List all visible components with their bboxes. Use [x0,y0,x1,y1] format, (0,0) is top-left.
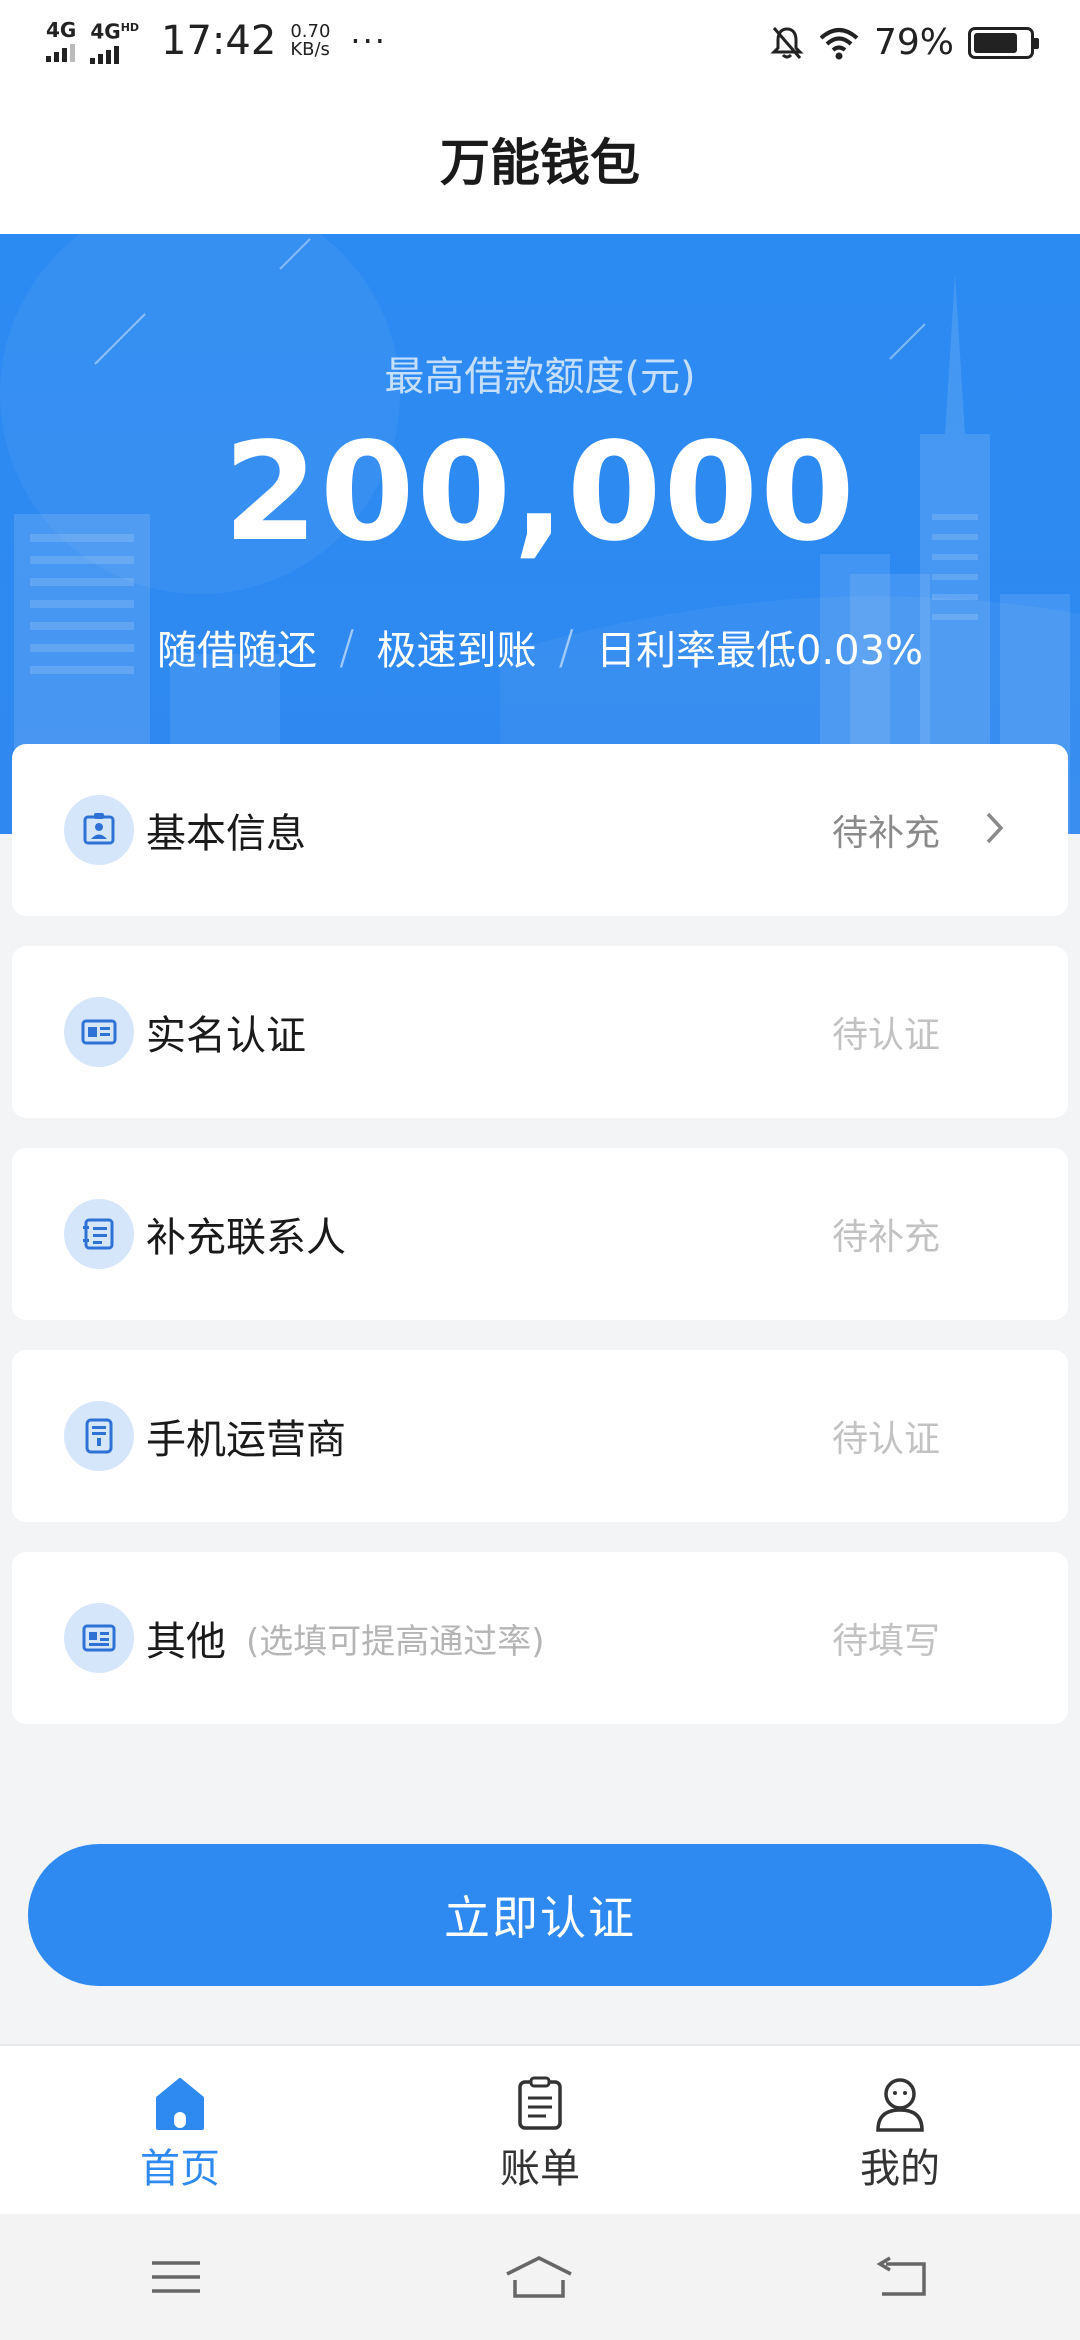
tab-home[interactable]: 首页 [0,2046,360,2214]
phone-carrier-icon [64,1401,134,1471]
home-nav-icon[interactable] [503,2254,575,2300]
feature-lowest-rate: 日利率最低0.03% [595,628,924,674]
tab-bill[interactable]: 账单 [360,2046,720,2214]
tab-label: 我的 [860,2146,940,2192]
item-note: (选填可提高通过率) [246,1621,545,1662]
verification-list: 基本信息 待补充 实名认证 待认证 补充联系人 待补充 手机运营商 待认证 其他… [12,744,1068,1754]
network-type-1: 4G [46,18,77,42]
page-title: 万能钱包 [440,134,640,192]
loan-limit-label: 最高借款额度(元) [384,354,696,400]
menu-icon[interactable] [150,2257,202,2297]
network-speed: 0.70 KB/s [290,23,330,59]
hd-badge: HD [120,21,140,35]
network-type-2: 4G [90,19,121,44]
item-name: 补充联系人 [146,1215,346,1261]
item-status: 待认证 [831,1419,940,1460]
item-name: 其他 [146,1619,226,1665]
bottom-tab-bar: 首页 账单 我的 [0,2044,1080,2214]
clock: 17:42 [161,18,277,64]
more-notifications-icon: ··· [350,22,387,60]
tab-label: 账单 [500,2146,580,2192]
item-name: 基本信息 [146,811,306,857]
tab-mine[interactable]: 我的 [720,2046,1080,2214]
wifi-icon [819,27,859,59]
item-status: 待补充 [831,1217,940,1258]
item-status: 待填写 [831,1621,940,1662]
tab-label: 首页 [140,2146,220,2192]
contacts-icon [64,1199,134,1269]
battery-percent: 79% [873,22,954,63]
signal-2-icon: 4GHD [90,18,139,64]
other-icon [64,1603,134,1673]
item-carrier[interactable]: 手机运营商 待认证 [12,1350,1068,1522]
home-icon [156,2078,204,2130]
signal-1-icon: 4G [46,20,76,62]
feature-flexible-repay: 随借随还 [156,628,317,674]
item-status: 待认证 [831,1015,940,1056]
battery-icon [968,26,1039,59]
speed-unit: KB/s [290,39,330,60]
feature-list: 随借随还 / 极速到账 / 日利率最低0.03% [0,618,1080,676]
item-name: 手机运营商 [146,1417,346,1463]
item-contacts[interactable]: 补充联系人 待补充 [12,1148,1068,1320]
separator: / [558,620,574,674]
chevron-right-icon [986,812,1004,844]
separator: / [338,620,355,674]
title-bar: 万能钱包 [0,84,1080,234]
item-real-name[interactable]: 实名认证 待认证 [12,946,1068,1118]
item-name: 实名认证 [146,1013,306,1059]
item-basic-info[interactable]: 基本信息 待补充 [12,744,1068,916]
verify-now-button[interactable]: 立即认证 [28,1844,1052,1986]
profile-icon [64,795,134,865]
feature-fast-payout: 极速到账 [376,628,537,674]
loan-limit-amount: 200,000 [223,414,857,572]
bell-off-icon [770,26,804,59]
status-bar: 4G 4GHD 17:42 0.70 KB/s ··· 79% [0,0,1080,84]
user-icon [876,2078,924,2132]
item-status: 待补充 [831,813,940,854]
bill-icon [518,2076,562,2130]
item-other[interactable]: 其他 (选填可提高通过率) 待填写 [12,1552,1068,1724]
back-icon[interactable] [876,2256,930,2298]
system-nav-bar [0,2214,1080,2340]
id-card-icon [64,997,134,1067]
